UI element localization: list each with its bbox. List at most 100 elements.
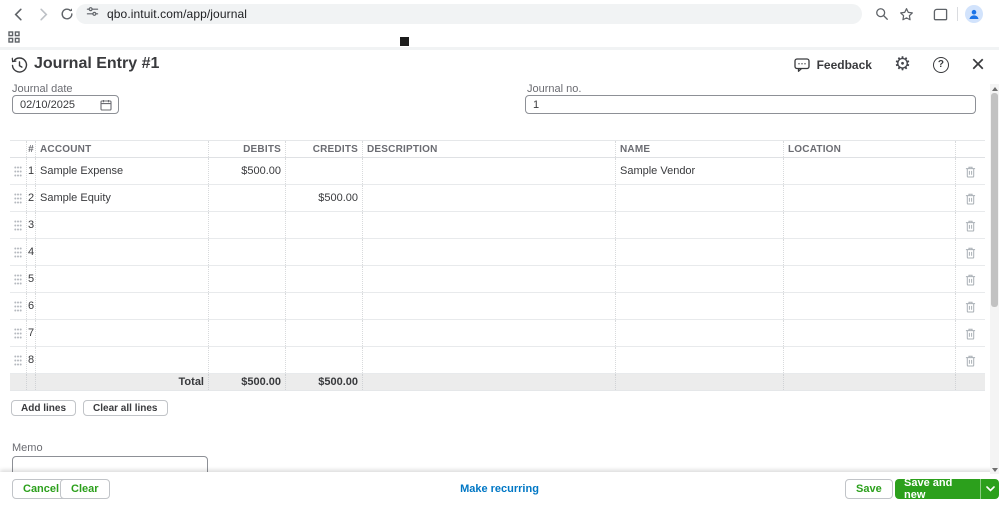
location-cell[interactable] <box>783 158 955 184</box>
account-cell[interactable] <box>35 212 208 238</box>
location-cell[interactable] <box>783 293 955 319</box>
screen: qbo.intuit.com/app/journal ⋮ <box>0 0 999 506</box>
save-and-new-button[interactable]: Save and new <box>895 479 981 499</box>
delete-row-icon[interactable] <box>955 266 985 292</box>
location-cell[interactable] <box>783 266 955 292</box>
zoom-icon[interactable] <box>872 4 892 24</box>
delete-row-icon[interactable] <box>955 212 985 238</box>
clear-button[interactable]: Clear <box>60 479 110 499</box>
credits-cell[interactable] <box>285 347 362 373</box>
delete-row-icon[interactable] <box>955 347 985 373</box>
credits-cell[interactable] <box>285 293 362 319</box>
scroll-down-icon[interactable] <box>990 465 999 474</box>
location-cell[interactable] <box>783 347 955 373</box>
apps-grid-icon[interactable] <box>8 30 20 48</box>
description-cell[interactable] <box>362 266 615 292</box>
scrollbar-thumb[interactable] <box>991 93 998 307</box>
delete-row-icon[interactable] <box>955 293 985 319</box>
site-settings-icon[interactable] <box>86 5 99 23</box>
scroll-up-icon[interactable] <box>990 84 999 93</box>
chrome-separator <box>0 47 999 50</box>
debits-cell[interactable] <box>208 347 285 373</box>
name-cell[interactable] <box>615 212 783 238</box>
address-bar[interactable]: qbo.intuit.com/app/journal <box>76 4 862 24</box>
description-cell[interactable] <box>362 212 615 238</box>
name-cell[interactable] <box>615 320 783 346</box>
credits-cell[interactable]: $500.00 <box>285 185 362 211</box>
drag-handle-icon[interactable] <box>10 212 26 238</box>
description-cell[interactable] <box>362 347 615 373</box>
calendar-icon[interactable] <box>100 99 112 114</box>
location-cell[interactable] <box>783 185 955 211</box>
location-cell[interactable] <box>783 320 955 346</box>
name-cell[interactable]: Sample Vendor <box>615 158 783 184</box>
location-cell[interactable] <box>783 212 955 238</box>
debits-cell[interactable]: $500.00 <box>208 158 285 184</box>
account-cell[interactable] <box>35 239 208 265</box>
account-cell[interactable] <box>35 320 208 346</box>
drag-handle-icon[interactable] <box>10 347 26 373</box>
location-cell[interactable] <box>783 239 955 265</box>
account-cell[interactable] <box>35 293 208 319</box>
feedback-button[interactable]: Feedback <box>793 58 872 72</box>
description-cell[interactable] <box>362 320 615 346</box>
description-cell[interactable] <box>362 185 615 211</box>
name-cell[interactable] <box>615 293 783 319</box>
credits-cell[interactable] <box>285 239 362 265</box>
add-lines-button[interactable]: Add lines <box>11 400 77 416</box>
debits-cell[interactable] <box>208 239 285 265</box>
make-recurring-link[interactable]: Make recurring <box>460 483 539 495</box>
drag-handle-icon[interactable] <box>10 158 26 184</box>
debits-cell[interactable] <box>208 320 285 346</box>
menu-kebab-icon[interactable]: ⋮ <box>991 4 999 24</box>
delete-row-icon[interactable] <box>955 185 985 211</box>
drag-handle-icon[interactable] <box>10 266 26 292</box>
table-row: 5 <box>10 266 985 293</box>
bookmark-favicon[interactable] <box>400 37 409 46</box>
name-cell[interactable] <box>615 239 783 265</box>
save-options-dropdown[interactable] <box>980 479 999 499</box>
bookmarks-bar <box>0 28 999 47</box>
credits-cell[interactable] <box>285 266 362 292</box>
account-cell[interactable] <box>35 347 208 373</box>
credits-cell[interactable] <box>285 212 362 238</box>
journal-no-input[interactable]: 1 <box>525 95 976 114</box>
save-button[interactable]: Save <box>845 479 893 499</box>
description-cell[interactable] <box>362 293 615 319</box>
help-icon[interactable]: ? <box>932 56 949 73</box>
debits-cell[interactable] <box>208 212 285 238</box>
history-icon[interactable] <box>11 57 28 79</box>
name-cell[interactable] <box>615 347 783 373</box>
delete-row-icon[interactable] <box>955 158 985 184</box>
name-cell[interactable] <box>615 266 783 292</box>
close-icon[interactable]: × <box>971 52 985 76</box>
account-cell[interactable]: Sample Equity <box>35 185 208 211</box>
profile-avatar[interactable] <box>965 5 983 23</box>
delete-row-icon[interactable] <box>955 320 985 346</box>
debits-cell[interactable] <box>208 185 285 211</box>
back-icon[interactable] <box>8 4 28 24</box>
vertical-scrollbar[interactable] <box>990 84 999 474</box>
side-panel-icon[interactable] <box>930 4 950 24</box>
clear-all-lines-button[interactable]: Clear all lines <box>83 400 168 416</box>
name-cell[interactable] <box>615 185 783 211</box>
page-title: Journal Entry #1 <box>34 55 160 72</box>
debits-cell[interactable] <box>208 293 285 319</box>
delete-row-icon[interactable] <box>955 239 985 265</box>
description-cell[interactable] <box>362 239 615 265</box>
account-cell[interactable]: Sample Expense <box>35 158 208 184</box>
gear-icon[interactable]: ⚙ <box>894 55 911 74</box>
bookmark-star-icon[interactable] <box>896 4 916 24</box>
account-cell[interactable] <box>35 266 208 292</box>
journal-date-input[interactable]: 02/10/2025 <box>12 95 119 114</box>
reload-icon[interactable] <box>57 4 77 24</box>
forward-icon[interactable] <box>33 4 53 24</box>
credits-cell[interactable] <box>285 320 362 346</box>
description-cell[interactable] <box>362 158 615 184</box>
drag-handle-icon[interactable] <box>10 293 26 319</box>
drag-handle-icon[interactable] <box>10 185 26 211</box>
drag-handle-icon[interactable] <box>10 320 26 346</box>
debits-cell[interactable] <box>208 266 285 292</box>
credits-cell[interactable] <box>285 158 362 184</box>
drag-handle-icon[interactable] <box>10 239 26 265</box>
